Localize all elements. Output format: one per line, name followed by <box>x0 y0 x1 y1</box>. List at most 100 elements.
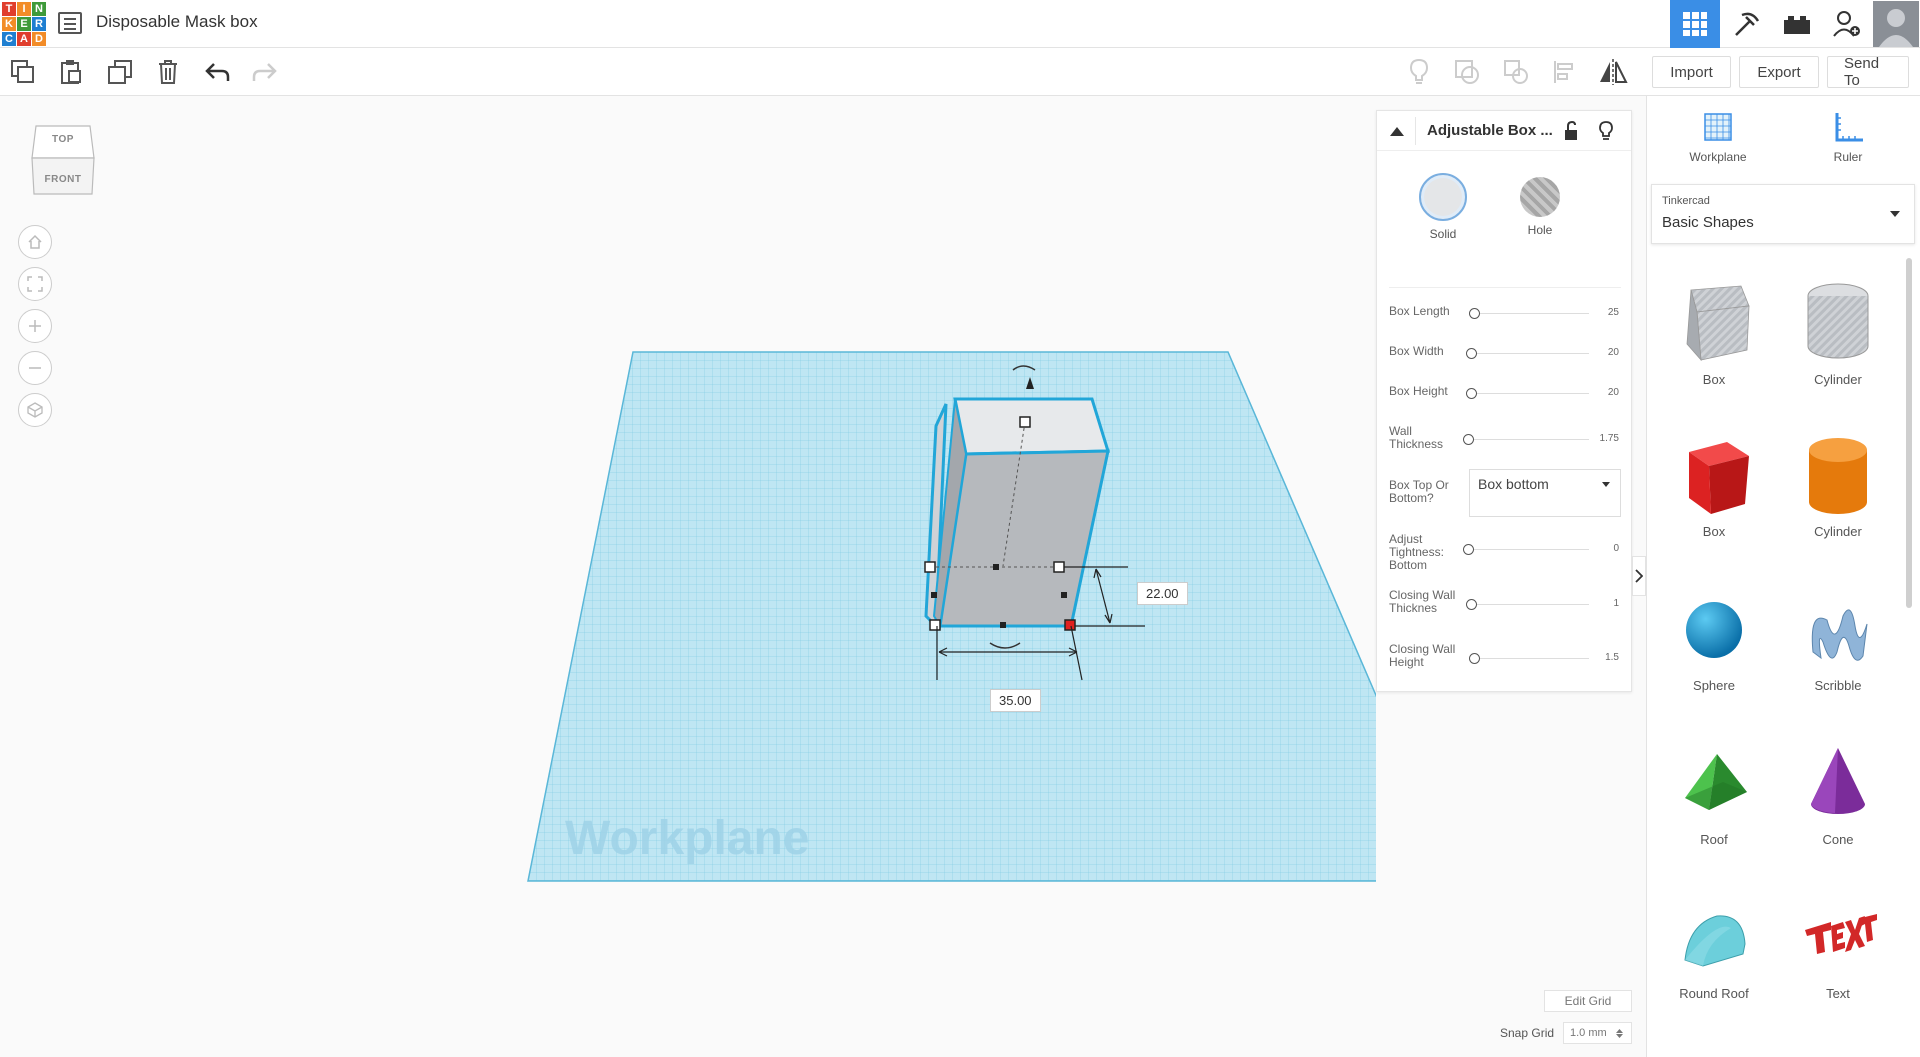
undo-icon <box>205 63 230 81</box>
tinkercad-logo[interactable]: T I N K E R C A D <box>0 0 46 46</box>
edit-toolbar: Import Export Send To <box>0 48 1920 96</box>
lock-icon[interactable] <box>1563 121 1579 141</box>
param-slider[interactable] <box>1469 313 1589 314</box>
copy-button[interactable] <box>6 56 40 88</box>
shapes-scrollbar[interactable] <box>1906 258 1912 608</box>
shape-sphere[interactable]: Sphere <box>1659 586 1769 693</box>
param-value[interactable]: 1.5 <box>1579 652 1619 663</box>
mirror-button[interactable] <box>1596 56 1630 88</box>
shape-cylinder-orange[interactable]: Cylinder <box>1783 432 1893 539</box>
design-list-icon[interactable] <box>58 12 82 34</box>
red-box-shape-icon <box>1689 442 1749 514</box>
param-slider-knob[interactable] <box>1466 388 1477 399</box>
ungroup-button[interactable] <box>1499 56 1533 88</box>
param-slider-knob[interactable] <box>1466 348 1477 359</box>
edge-handle[interactable] <box>1000 622 1006 628</box>
add-user-icon <box>1833 11 1860 37</box>
center-handle[interactable] <box>993 564 999 570</box>
ruler-tool[interactable]: Ruler <box>1803 110 1893 164</box>
resize-handle-active[interactable] <box>1064 619 1076 631</box>
import-button[interactable]: Import <box>1652 56 1731 88</box>
shape-box-gray[interactable]: Box <box>1659 280 1769 387</box>
param-slider[interactable] <box>1469 439 1589 440</box>
width-dimension-label[interactable]: 35.00 <box>990 689 1041 712</box>
param-slider[interactable] <box>1469 393 1589 394</box>
height-handle[interactable] <box>1019 416 1031 428</box>
group-button[interactable] <box>1450 56 1484 88</box>
bricks-button[interactable] <box>1772 0 1822 48</box>
copy-icon <box>11 60 34 83</box>
hole-swatch[interactable] <box>1520 177 1560 217</box>
param-slider[interactable] <box>1469 353 1589 354</box>
grid-icon <box>1683 12 1707 36</box>
blocks-button[interactable] <box>1722 0 1772 48</box>
chevron-updown-icon <box>1616 1029 1623 1038</box>
resize-handle[interactable] <box>924 561 936 573</box>
edge-handle[interactable] <box>1061 592 1067 598</box>
param-slider-knob[interactable] <box>1463 434 1474 445</box>
avatar[interactable] <box>1872 0 1920 48</box>
shape-label: Box <box>1702 372 1726 387</box>
shape-library-select[interactable]: Tinkercad Basic Shapes <box>1651 184 1915 244</box>
param-slider[interactable] <box>1469 658 1589 659</box>
param-slider[interactable] <box>1469 604 1589 605</box>
panel-collapse-button[interactable] <box>1632 556 1646 596</box>
snap-grid-select[interactable]: 1.0 mm <box>1563 1022 1632 1044</box>
param-slider-knob[interactable] <box>1463 544 1474 555</box>
workplane-tool-label: Workplane <box>1689 150 1747 164</box>
export-button[interactable]: Export <box>1739 56 1819 88</box>
param-value[interactable]: 20 <box>1579 347 1619 358</box>
param-value[interactable]: 25 <box>1579 307 1619 318</box>
param-value[interactable]: 20 <box>1579 387 1619 398</box>
param-slider[interactable] <box>1469 549 1589 550</box>
shape-text[interactable]: Text <box>1783 894 1893 1001</box>
shape-cone[interactable]: Cone <box>1783 740 1893 847</box>
box-top-bottom-select[interactable]: Box bottom <box>1469 469 1621 517</box>
shape-scribble[interactable]: Scribble <box>1783 586 1893 693</box>
3d-viewport[interactable]: Workplane <box>0 96 1376 1057</box>
edge-handle[interactable] <box>931 592 937 598</box>
param-slider-knob[interactable] <box>1469 308 1480 319</box>
param-label: Closing Wall Height <box>1389 642 1456 669</box>
send-to-button[interactable]: Send To <box>1827 55 1909 89</box>
duplicate-button[interactable] <box>103 56 137 88</box>
solid-option[interactable]: Solid <box>1413 173 1473 241</box>
depth-dimension-label[interactable]: 22.00 <box>1137 582 1188 605</box>
redo-button[interactable] <box>248 56 282 88</box>
lightbulb-icon[interactable] <box>1599 121 1613 141</box>
param-value[interactable]: 1.75 <box>1579 433 1619 444</box>
shape-box-red[interactable]: Box <box>1659 432 1769 539</box>
logo-letter: I <box>17 2 31 16</box>
workplane-tool[interactable]: Workplane <box>1673 110 1763 164</box>
delete-button[interactable] <box>151 56 185 88</box>
invite-user-button[interactable] <box>1822 0 1872 48</box>
chevron-down-icon <box>1890 211 1900 217</box>
shapes-panel: Workplane Ruler Tinkercad Basic Shapes B… <box>1646 96 1920 1057</box>
paste-icon <box>61 60 81 84</box>
shape-cylinder-gray[interactable]: Cylinder <box>1783 280 1893 387</box>
shape-round-roof[interactable]: Round Roof <box>1659 894 1769 1001</box>
solid-swatch[interactable] <box>1419 173 1467 221</box>
paste-button[interactable] <box>54 56 88 88</box>
align-button[interactable] <box>1548 56 1582 88</box>
param-slider-knob[interactable] <box>1469 653 1480 664</box>
undo-button[interactable] <box>200 56 234 88</box>
shape-roof[interactable]: Roof <box>1659 740 1769 847</box>
hole-option[interactable]: Hole <box>1510 173 1570 237</box>
param-value[interactable]: 1 <box>1579 598 1619 609</box>
logo-letter: E <box>17 17 31 31</box>
edit-grid-button[interactable]: Edit Grid <box>1544 990 1632 1012</box>
document-title[interactable]: Disposable Mask box <box>96 12 258 32</box>
box-shape-icon <box>1686 285 1750 362</box>
resize-handle[interactable] <box>1053 561 1065 573</box>
grid-view-button[interactable] <box>1670 0 1720 48</box>
snap-grid-label: Snap Grid <box>1500 1026 1555 1040</box>
resize-handle[interactable] <box>929 619 941 631</box>
shape-label: Text <box>1826 986 1850 1001</box>
notes-button[interactable] <box>1402 56 1436 88</box>
param-slider-knob[interactable] <box>1466 599 1477 610</box>
param-value[interactable]: 0 <box>1579 543 1619 554</box>
logo-letter: R <box>32 17 46 31</box>
logo-letter: K <box>2 17 16 31</box>
collapse-icon[interactable] <box>1389 125 1405 137</box>
